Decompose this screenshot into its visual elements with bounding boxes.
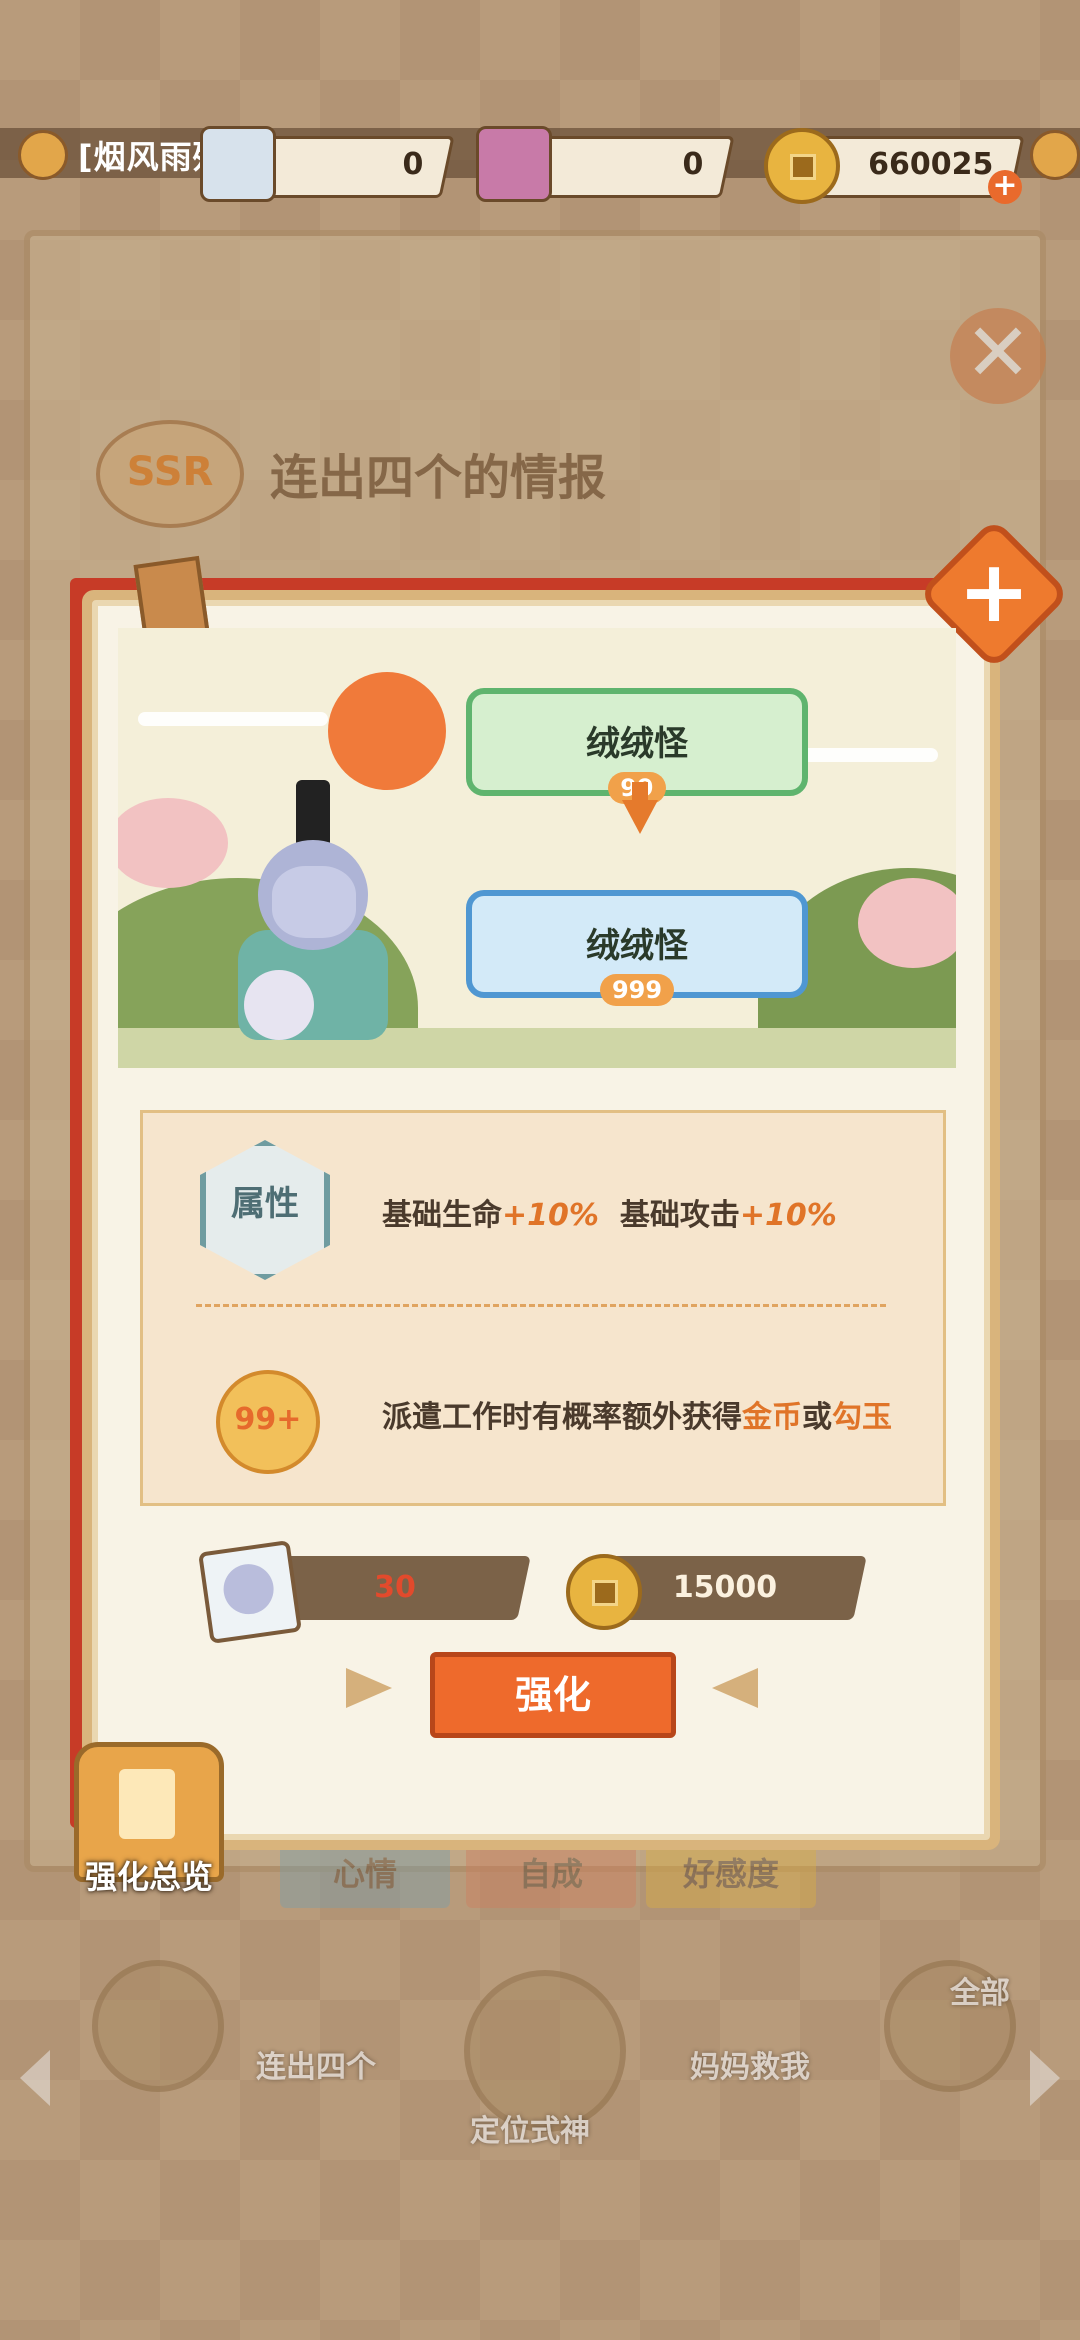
bonus-prefix: 派遣工作时有概率额外获得 (382, 1400, 742, 1435)
atk-value: +10% (739, 1198, 837, 1233)
sun-decoration (328, 672, 446, 790)
cloud-decoration (138, 712, 328, 726)
strengthen-button[interactable]: 强化 (430, 1652, 676, 1738)
atk-label: 基础攻击 (619, 1198, 740, 1233)
sakura-tree (118, 798, 228, 888)
shikigami-fragment-icon (200, 126, 276, 202)
character-fan (244, 970, 314, 1040)
next-level-tag: 绒绒怪 999 (466, 890, 808, 1006)
close-icon: + (957, 542, 1031, 642)
arrow-down-icon (622, 800, 658, 834)
fragment-cost: 30 (259, 1556, 531, 1620)
character-avatar (272, 866, 356, 938)
shikigami-fragment-icon (198, 1540, 302, 1644)
bonus-text: 派遣工作时有概率额外获得金币或勾玉 (382, 1392, 892, 1436)
add-gold-button[interactable]: + (988, 170, 1022, 204)
right-decoration-icon (712, 1668, 758, 1708)
bonus-reward-jade: 勾玉 (832, 1400, 892, 1435)
hp-label: 基础生命 (382, 1198, 502, 1233)
flower-icon (1030, 130, 1080, 180)
current-level-tag: 绒绒怪 99 (466, 688, 808, 804)
bonus-reward-gold: 金币 (742, 1400, 802, 1435)
bonus-coin-icon: 99+ (216, 1370, 320, 1474)
left-decoration-icon (346, 1668, 392, 1708)
divider (196, 1304, 886, 1307)
attribute-text: 基础生命+10% 基础攻击+10% (382, 1190, 837, 1234)
gold-coin-icon (764, 128, 840, 204)
tag-label: 绒绒怪 (586, 926, 688, 966)
hp-value: +10% (502, 1198, 599, 1233)
attribute-badge-label: 属性 (231, 1184, 299, 1224)
tag-level: 999 (472, 974, 802, 1006)
gold-coin-icon (566, 1554, 642, 1630)
overview-label[interactable]: 强化总览 (74, 1852, 224, 1898)
tag-label: 绒绒怪 (586, 724, 688, 764)
ticket-icon (476, 126, 552, 202)
bonus-connector: 或 (802, 1400, 832, 1435)
flower-icon (18, 130, 68, 180)
